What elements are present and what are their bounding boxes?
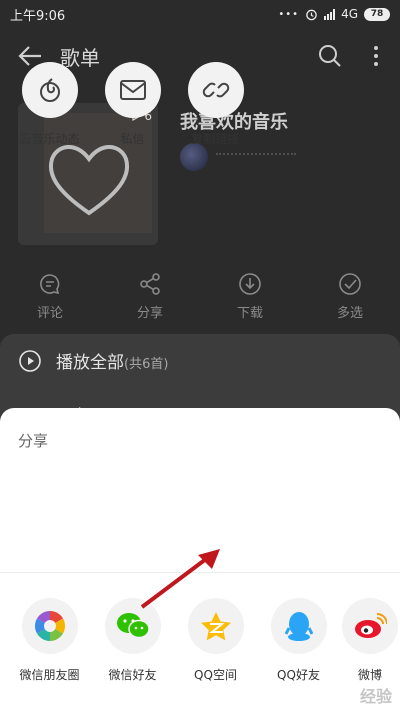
share-private-message[interactable]: 私信 xyxy=(91,62,174,147)
play-circle-icon xyxy=(19,349,41,372)
download-button[interactable]: 下载 xyxy=(200,272,300,322)
network-type: 4G xyxy=(341,7,358,21)
share-copy-link[interactable]: 复制链接 xyxy=(174,62,257,147)
share-weibo[interactable]: 微博 xyxy=(340,598,400,683)
avatar xyxy=(180,143,208,171)
share-cloud-music-feed[interactable]: 云音乐动态 xyxy=(8,62,91,147)
notification-dots: ••• xyxy=(278,8,300,20)
wechat-icon xyxy=(116,613,150,639)
creator-name-blurred xyxy=(216,153,296,161)
share-button[interactable]: 分享 xyxy=(100,272,200,322)
annotation-arrow xyxy=(140,549,220,609)
qzone-icon xyxy=(200,612,231,641)
watermark: 经验 xyxy=(359,687,392,706)
play-all-label: 播放全部 xyxy=(56,353,124,373)
signal-icon xyxy=(324,8,336,20)
comment-button[interactable]: 评论 xyxy=(0,272,100,322)
creator-info[interactable] xyxy=(180,143,296,171)
cloud-music-feed-icon xyxy=(39,78,60,102)
qq-icon xyxy=(284,612,313,641)
multi-select-button[interactable]: 多选 xyxy=(300,272,400,322)
share-qq-friend[interactable]: QQ好友 xyxy=(257,598,340,683)
share-icon xyxy=(140,273,160,295)
song-count: (共6首) xyxy=(124,357,169,372)
envelope-icon xyxy=(119,80,146,100)
status-time: 上午9:06 xyxy=(10,8,66,24)
alarm-icon xyxy=(306,9,317,20)
play-all-button[interactable]: 播放全部(共6首) xyxy=(18,348,168,373)
share-row-internal: 云音乐动态 私信 复制链接 xyxy=(0,62,400,147)
share-wechat-moments[interactable]: 微信朋友圈 xyxy=(8,598,91,683)
download-icon xyxy=(239,273,261,295)
status-bar: 上午9:06 ••• 4G 78 xyxy=(0,0,400,28)
share-sheet-title: 分享 xyxy=(18,432,49,450)
multi-select-icon xyxy=(339,273,361,295)
heart-icon xyxy=(49,145,129,216)
weibo-icon xyxy=(355,613,387,638)
battery-icon: 78 xyxy=(364,7,390,21)
wechat-moments-icon xyxy=(34,611,65,641)
comment-icon xyxy=(40,274,60,295)
playlist-actions: 评论 分享 下载 多选 xyxy=(0,272,400,322)
link-icon xyxy=(202,82,229,98)
